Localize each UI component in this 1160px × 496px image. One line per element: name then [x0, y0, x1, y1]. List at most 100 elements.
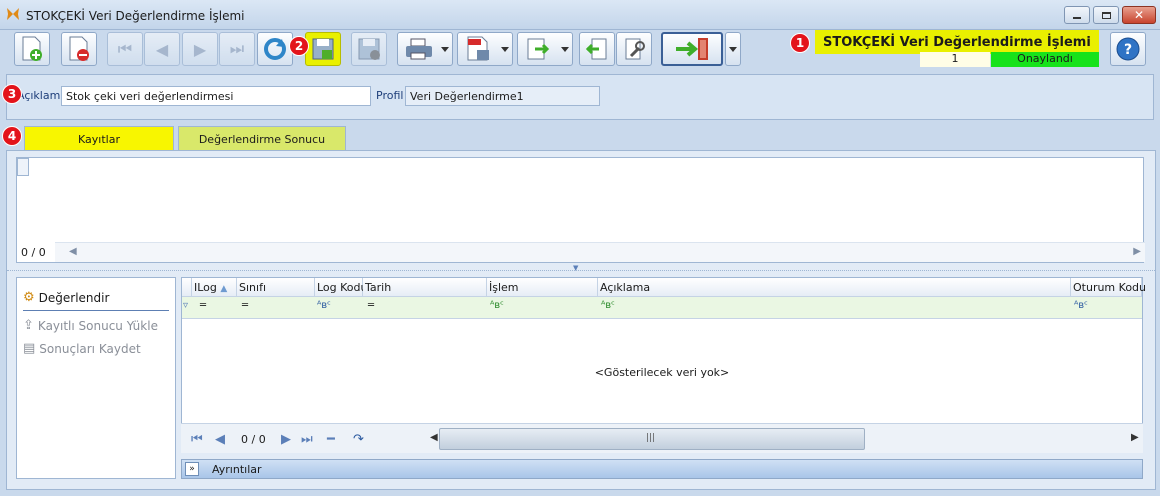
new-document-icon [22, 36, 42, 61]
splitter-arrow-icon: ▼ [573, 264, 579, 272]
sort-ascending-icon: ▲ [220, 284, 228, 294]
column-header-class[interactable]: Sınıfı [237, 278, 315, 297]
export-button[interactable] [517, 32, 573, 66]
nav-first-icon[interactable]: ⏮ [191, 432, 203, 447]
column-header-ilog[interactable]: ILog ▲ [192, 278, 237, 297]
printer-icon [406, 38, 432, 60]
row-indicator [17, 158, 29, 176]
filter-text-icon: ᴬʙᶜ [490, 300, 504, 311]
filter-equals-icon: ═ [368, 300, 375, 311]
close-icon: ✕ [1133, 8, 1145, 22]
column-header-session-code[interactable]: Oturum Kodu [1071, 278, 1146, 297]
profile-field[interactable]: Veri Değerlendirme1 [405, 86, 600, 106]
help-icon: ? [1116, 37, 1140, 61]
minimize-button[interactable] [1064, 6, 1090, 24]
scroll-right-icon: ▶ [1133, 246, 1141, 257]
annotation-badge-2: 2 [289, 36, 309, 56]
maximize-icon [1101, 11, 1111, 19]
page-title: STOKÇEKİ Veri Değerlendirme İşlemi [815, 30, 1099, 54]
chevron-down-icon [441, 47, 449, 52]
description-panel: Açıklama Stok çeki veri değerlendirmesi … [6, 74, 1154, 120]
description-field[interactable]: Stok çeki veri değerlendirmesi [61, 86, 371, 106]
tab-content: 0 / 0 ◀ ▶ ▼ ⚙ Değerlendir ⇪ Kayıtlı Sonu… [6, 150, 1156, 490]
chevron-down-icon [729, 47, 737, 52]
refresh-icon [264, 38, 286, 60]
nav-next-icon[interactable]: ▶ [281, 432, 291, 447]
save-results-label: Sonuçları Kaydet [39, 341, 141, 356]
discard-icon [358, 38, 380, 60]
filter-equals-icon: ═ [242, 300, 249, 311]
first-icon: ⏮ [117, 39, 133, 58]
tab-records[interactable]: Kayıtlar [24, 126, 174, 152]
divider [23, 310, 169, 311]
import-button[interactable] [579, 32, 615, 66]
column-ilog-label: ILog [194, 281, 217, 294]
document-number: 1 [920, 52, 990, 67]
filter-icon: ▿ [183, 300, 189, 311]
empty-state: <Gösterilecek veri yok> [594, 366, 730, 379]
help-button[interactable]: ? [1110, 32, 1146, 66]
records-scrollbar[interactable]: ◀ ▶ [55, 242, 1145, 262]
load-saved-result-action[interactable]: ⇪ Kayıtlı Sonucu Yükle [23, 318, 158, 333]
exit-dropdown-button[interactable] [725, 32, 741, 66]
minimize-icon [1073, 17, 1081, 19]
save-results-action[interactable]: ▤ Sonuçları Kaydet [23, 341, 141, 356]
export-icon [527, 38, 550, 60]
profile-label: Profil [376, 89, 404, 102]
load-label: Kayıtlı Sonucu Yükle [37, 318, 158, 333]
load-icon: ⇪ [23, 318, 34, 333]
import-icon [585, 38, 607, 60]
evaluate-label: Değerlendir [38, 290, 110, 305]
splitter[interactable]: ▼ [7, 264, 1155, 272]
nav-delete-icon[interactable]: ━ [327, 432, 335, 447]
exit-door-icon [676, 38, 708, 60]
previous-icon: ◀ [155, 39, 169, 59]
save-button[interactable] [305, 32, 341, 66]
new-record-button[interactable] [14, 32, 50, 66]
tab-bar: Kayıtlar Değerlendirme Sonucu [6, 124, 1156, 152]
wrench-icon [625, 38, 645, 60]
tab-evaluation-result[interactable]: Değerlendirme Sonucu [178, 126, 346, 152]
cancel-save-button[interactable] [351, 32, 387, 66]
evaluate-action[interactable]: ⚙ Değerlendir [23, 290, 109, 305]
column-header-date[interactable]: Tarih [363, 278, 487, 297]
chevron-expand-icon[interactable]: » [185, 462, 199, 476]
close-button[interactable]: ✕ [1122, 6, 1156, 24]
save-results-icon: ▤ [23, 341, 36, 356]
print-button[interactable] [397, 32, 453, 66]
pdf-export-button[interactable] [457, 32, 513, 66]
records-grid[interactable]: 0 / 0 ◀ ▶ [16, 157, 1145, 263]
details-bar[interactable]: » Ayrıntılar [181, 459, 1143, 479]
annotation-badge-3: 3 [2, 84, 22, 104]
scroll-right-icon[interactable]: ▶ [1131, 432, 1139, 443]
first-record-button[interactable]: ⏮ [107, 32, 143, 66]
description-label: Açıklama [17, 89, 68, 102]
filter-equals-icon: ═ [200, 300, 207, 311]
horizontal-scrollbar-thumb[interactable]: ||| [439, 428, 865, 450]
nav-last-icon[interactable]: ⏭ [301, 432, 313, 447]
next-record-button[interactable]: ▶ [182, 32, 218, 66]
filter-row[interactable]: ▿ ═ ═ ᴬʙᶜ ═ ᴬʙᶜ ᴬʙᶜ ᴬʙᶜ [182, 297, 1142, 319]
exit-button[interactable] [661, 32, 723, 66]
filter-text-icon: ᴬʙᶜ [317, 300, 331, 311]
pdf-icon [467, 36, 489, 61]
chevron-down-icon [501, 47, 509, 52]
filter-text-icon: ᴬʙᶜ [601, 300, 615, 311]
maximize-button[interactable] [1093, 6, 1119, 24]
save-icon [312, 38, 334, 60]
column-header-operation[interactable]: İşlem [487, 278, 598, 297]
delete-record-button[interactable] [61, 32, 97, 66]
nav-refresh-icon[interactable]: ↷ [353, 432, 364, 447]
last-record-button[interactable]: ⏭ [219, 32, 255, 66]
window-title: STOKÇEKİ Veri Değerlendirme İşlemi [26, 9, 245, 23]
column-header-log-code[interactable]: Log Kodu [315, 278, 368, 297]
nav-previous-icon[interactable]: ◀ [215, 432, 225, 447]
settings-button[interactable] [616, 32, 652, 66]
annotation-badge-4: 4 [2, 126, 22, 146]
filter-text-icon: ᴬʙᶜ [1074, 300, 1088, 311]
scroll-left-icon[interactable]: ◀ [430, 432, 438, 443]
column-header-description[interactable]: Açıklama [598, 278, 1071, 297]
butterfly-icon [7, 8, 19, 20]
refresh-button[interactable] [257, 32, 293, 66]
previous-record-button[interactable]: ◀ [144, 32, 180, 66]
